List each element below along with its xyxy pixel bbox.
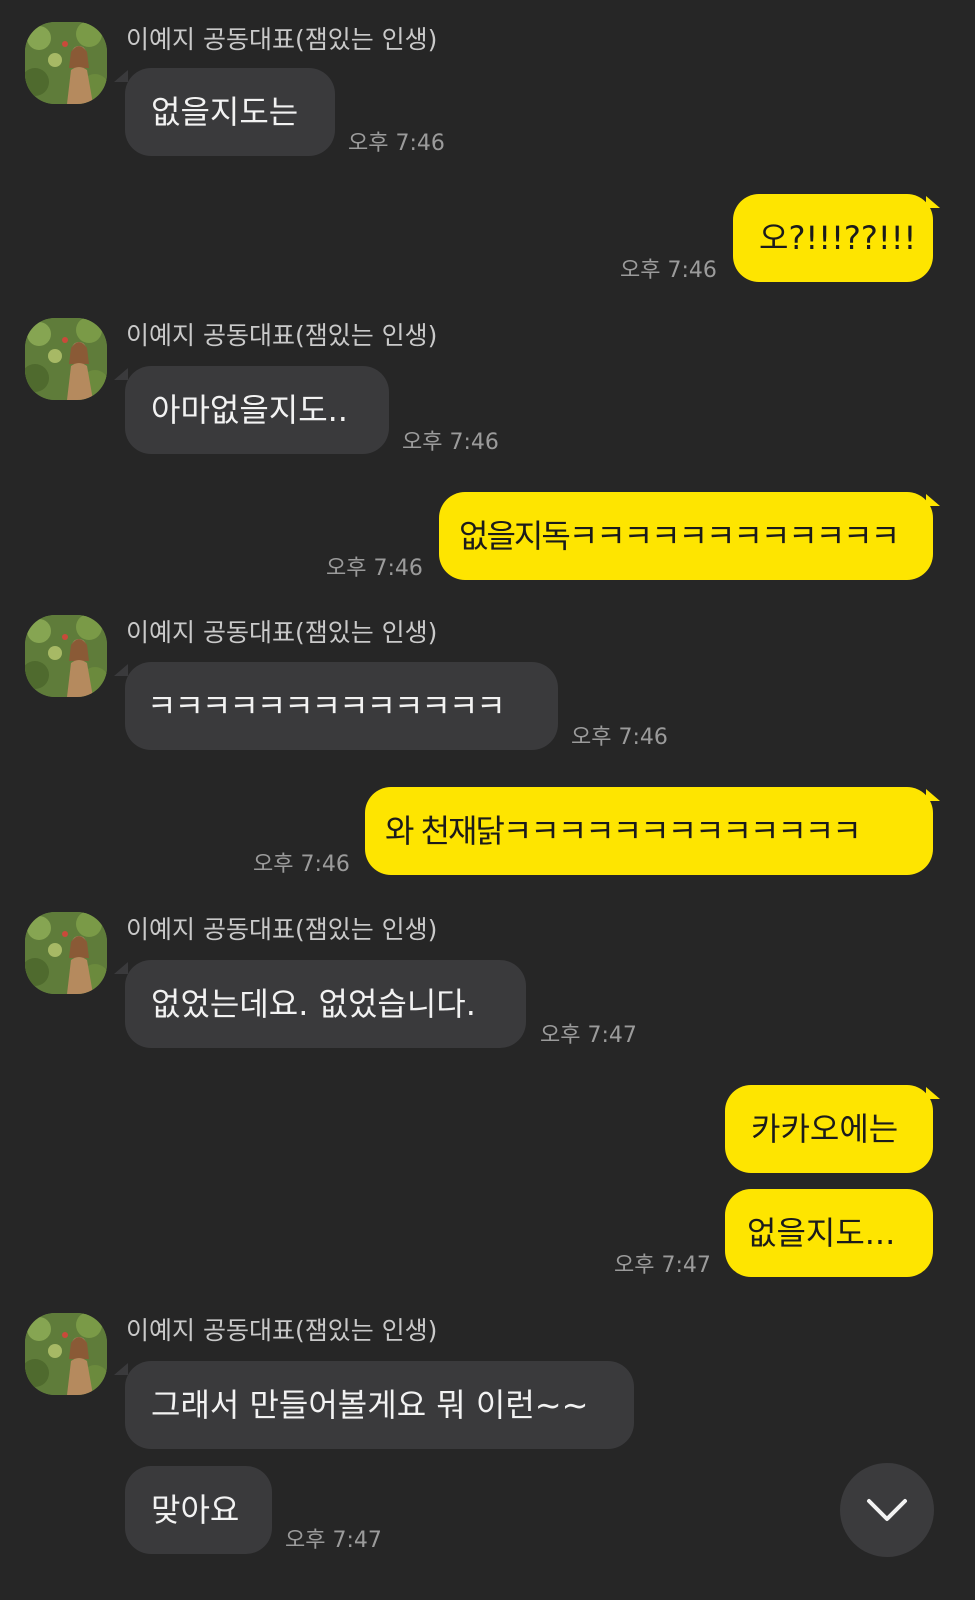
message-time: 오후 7:46 xyxy=(253,852,350,877)
profile-photo xyxy=(25,912,107,994)
message-time: 오후 7:47 xyxy=(540,1023,637,1048)
message-bubble[interactable]: 없을지독ㅋㅋㅋㅋㅋㅋㅋㅋㅋㅋㅋㅋ xyxy=(439,492,933,580)
bubble-tail xyxy=(114,70,128,82)
message-bubble[interactable]: 없을지도... xyxy=(725,1189,933,1277)
sender-name: 이예지 공동대표(잼있는 인생) xyxy=(126,25,438,54)
sender-avatar[interactable] xyxy=(25,912,107,994)
message-time: 오후 7:46 xyxy=(402,430,499,455)
bubble-tail xyxy=(114,664,128,676)
profile-photo xyxy=(25,1313,107,1395)
sender-avatar[interactable] xyxy=(25,22,107,104)
message-bubble[interactable]: ㅋㅋㅋㅋㅋㅋㅋㅋㅋㅋㅋㅋㅋ xyxy=(125,662,558,750)
message-bubble[interactable]: 맞아요 xyxy=(125,1466,272,1554)
message-time: 오후 7:46 xyxy=(571,725,668,750)
sender-avatar[interactable] xyxy=(25,1313,107,1395)
bubble-tail xyxy=(114,368,128,380)
message-time: 오후 7:46 xyxy=(348,131,445,156)
bubble-tail xyxy=(114,1363,128,1375)
message-bubble[interactable]: 와 천재닭ㅋㅋㅋㅋㅋㅋㅋㅋㅋㅋㅋㅋㅋ xyxy=(365,787,933,875)
message-time: 오후 7:46 xyxy=(620,258,717,283)
message-bubble[interactable]: 카카오에는 xyxy=(725,1085,933,1173)
sender-avatar[interactable] xyxy=(25,615,107,697)
message-time: 오후 7:47 xyxy=(614,1253,711,1278)
scroll-to-bottom-button[interactable] xyxy=(840,1463,934,1557)
profile-photo xyxy=(25,318,107,400)
sender-name: 이예지 공동대표(잼있는 인생) xyxy=(126,618,438,647)
chevron-down-icon xyxy=(867,1499,907,1521)
message-time: 오후 7:46 xyxy=(326,556,423,581)
message-bubble[interactable]: 그래서 만들어볼게요 뭐 이런~~ xyxy=(125,1361,634,1449)
message-bubble[interactable]: 아마없을지도.. xyxy=(125,366,389,454)
sender-name: 이예지 공동대표(잼있는 인생) xyxy=(126,1316,438,1345)
sender-name: 이예지 공동대표(잼있는 인생) xyxy=(126,321,438,350)
bubble-tail xyxy=(114,962,128,974)
sender-name: 이예지 공동대표(잼있는 인생) xyxy=(126,915,438,944)
message-bubble[interactable]: 오?!!!??!!! xyxy=(733,194,933,282)
profile-photo xyxy=(25,615,107,697)
message-time: 오후 7:47 xyxy=(285,1528,382,1553)
message-bubble[interactable]: 없었는데요. 없었습니다. xyxy=(125,960,526,1048)
sender-avatar[interactable] xyxy=(25,318,107,400)
profile-photo xyxy=(25,22,107,104)
message-bubble[interactable]: 없을지도는 xyxy=(125,68,335,156)
